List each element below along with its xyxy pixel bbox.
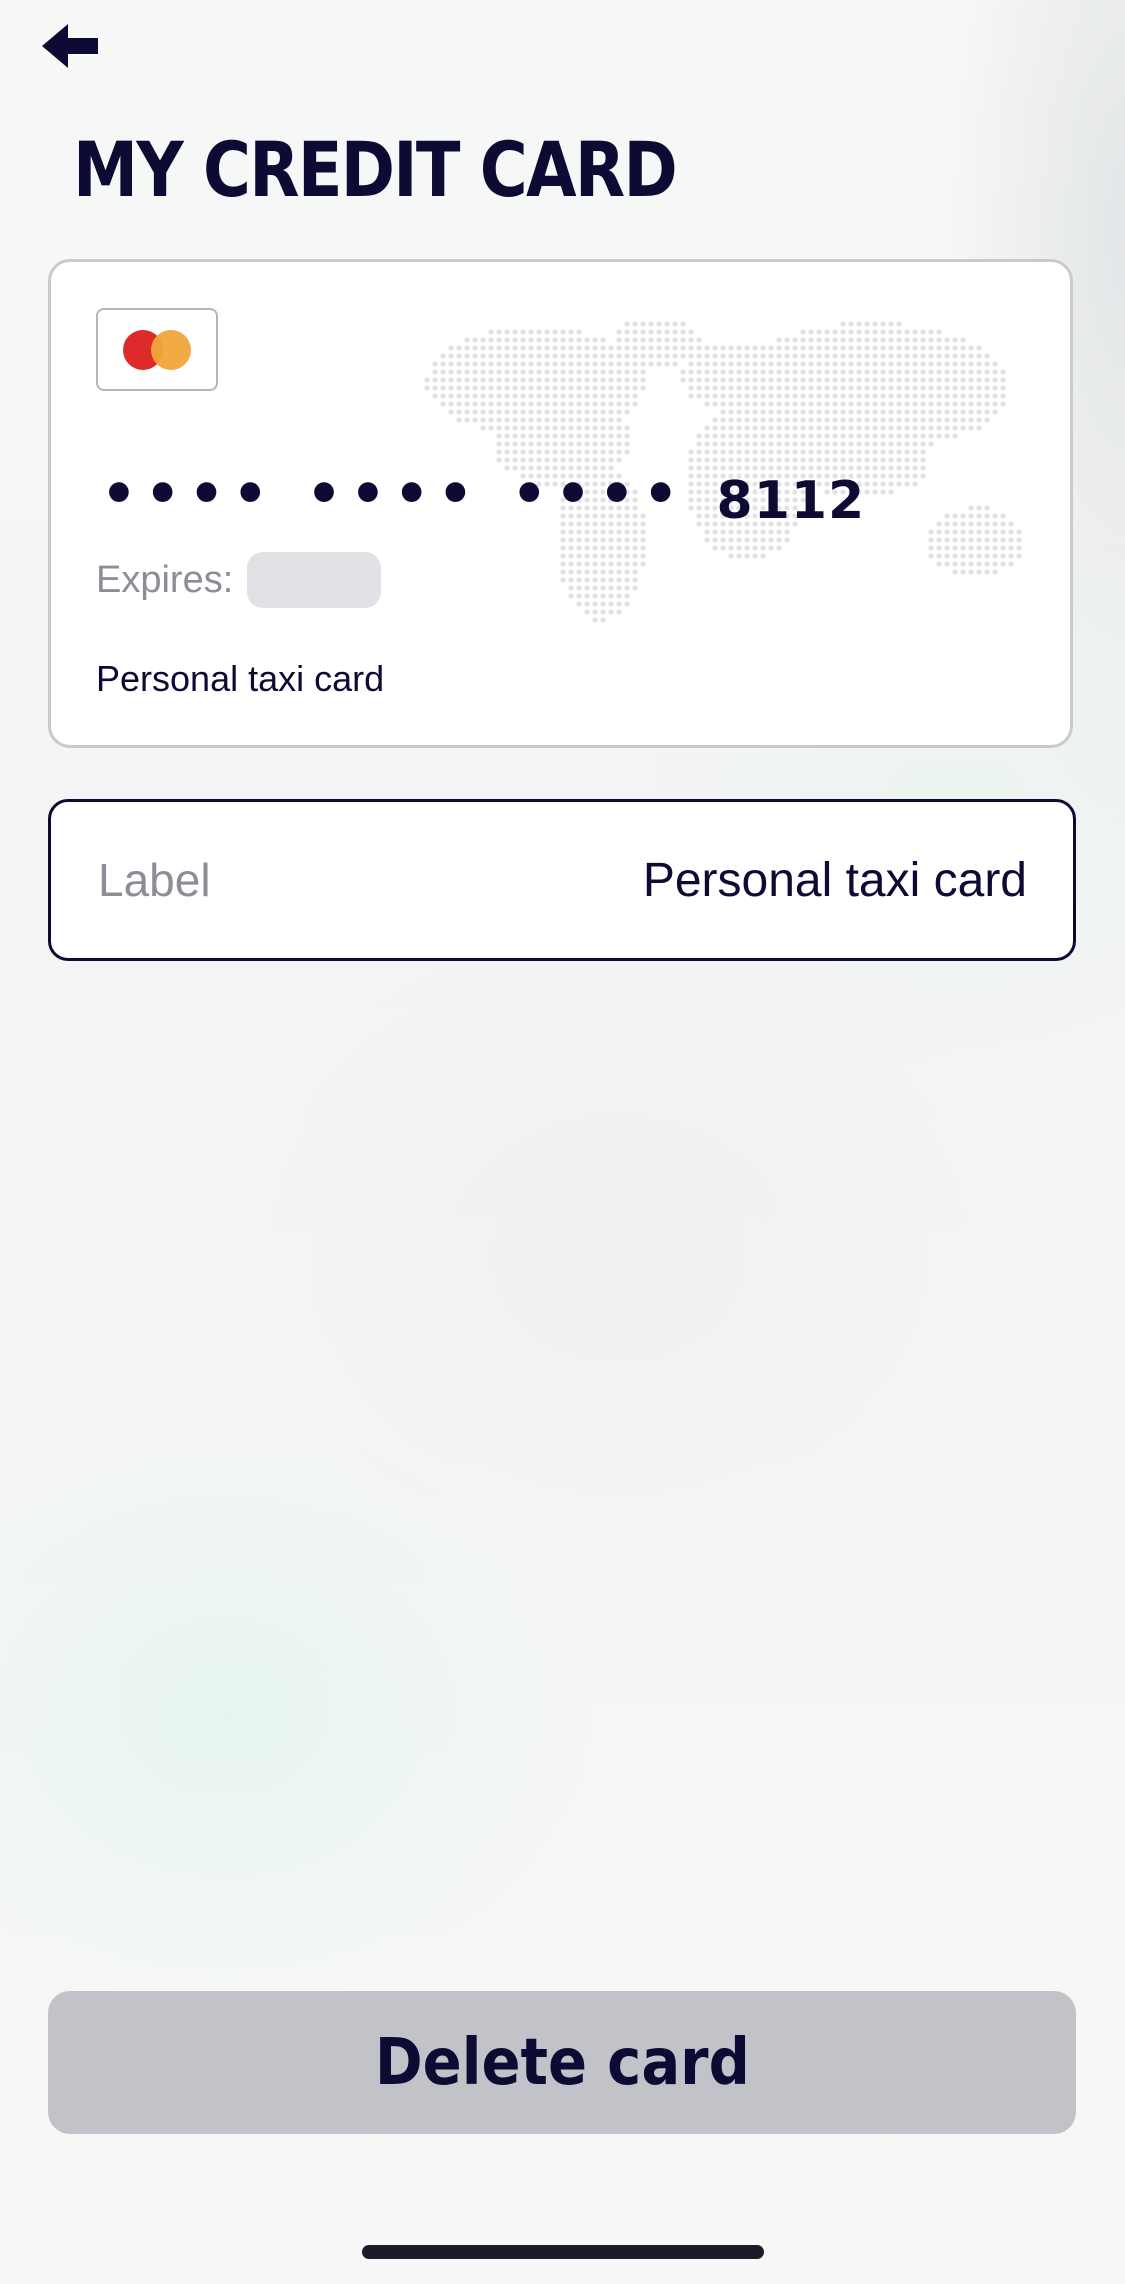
expires-value-redacted xyxy=(247,552,382,608)
label-field-name: Label xyxy=(98,854,211,906)
masked-digits: •••• xyxy=(306,462,482,527)
card-last-four: 8112 xyxy=(716,471,866,531)
label-field-value[interactable]: Personal taxi card xyxy=(643,853,1027,908)
masked-digits: •••• xyxy=(511,462,687,527)
mastercard-orange-circle xyxy=(151,330,191,370)
delete-card-button[interactable]: Delete card xyxy=(48,1991,1076,2134)
masked-digits: •••• xyxy=(101,462,277,527)
home-indicator xyxy=(362,2245,764,2259)
label-field[interactable]: Label Personal taxi card xyxy=(48,799,1076,961)
delete-card-label: Delete card xyxy=(374,2025,750,2100)
back-button[interactable] xyxy=(40,16,116,76)
card-number: •••• •••• •••• 8112 xyxy=(101,462,865,528)
card-label: Personal taxi card xyxy=(96,658,385,699)
mastercard-logo-icon xyxy=(96,308,218,391)
page-title: MY CREDIT CARD xyxy=(73,125,678,214)
arrow-left-icon xyxy=(42,24,98,68)
expires-row: Expires: xyxy=(96,552,382,608)
credit-card: •••• •••• •••• 8112 Expires: Personal ta… xyxy=(48,259,1073,748)
expires-label: Expires: xyxy=(96,558,234,601)
